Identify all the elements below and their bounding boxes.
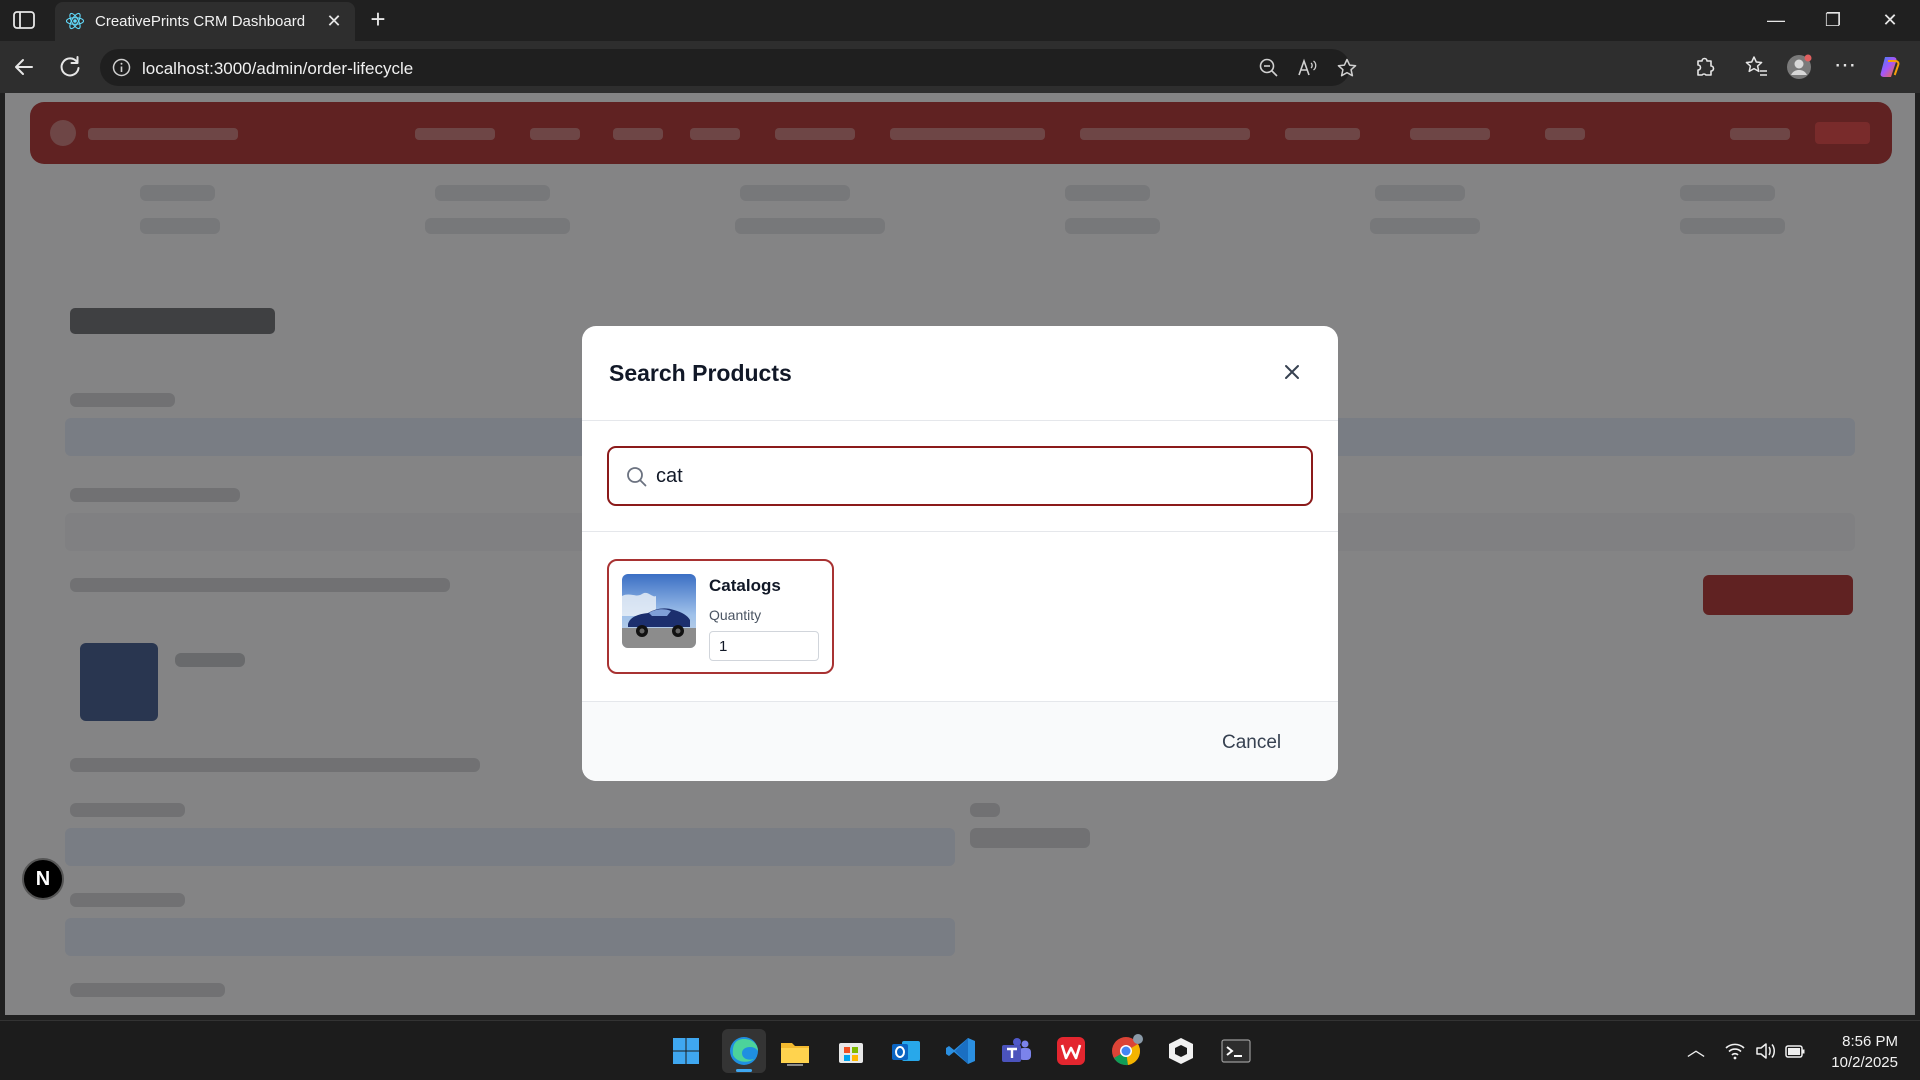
restore-icon[interactable]: ❐ [1819,8,1847,32]
sidebar-toggle-icon[interactable] [12,10,36,30]
quantity-input[interactable] [709,631,819,661]
modal-title: Search Products [609,360,792,386]
search-input[interactable] [656,462,1276,490]
new-tab-icon[interactable]: + [365,6,391,33]
favorites-icon[interactable] [1742,53,1770,81]
cancel-button[interactable]: Cancel [1222,732,1281,754]
browser-tab[interactable]: CreativePrints CRM Dashboard ✕ [55,2,355,41]
tab-title: CreativePrints CRM Dashboard [95,13,306,30]
favorite-star-icon[interactable] [1336,57,1358,79]
read-aloud-icon[interactable] [1296,57,1318,79]
terminal-icon[interactable] [1218,1033,1254,1069]
start-icon[interactable] [668,1033,704,1069]
chrome-icon[interactable] [1108,1033,1144,1069]
nextjs-dev-badge[interactable]: N [22,858,64,900]
profile-avatar-icon[interactable] [1785,53,1813,81]
wps-icon[interactable] [1053,1033,1089,1069]
zoom-out-icon[interactable] [1258,57,1280,79]
minimize-icon[interactable]: — [1762,8,1790,32]
extensions-icon[interactable] [1690,53,1718,81]
file-explorer-icon[interactable] [777,1033,813,1069]
address-bar[interactable]: localhost:3000/admin/order-lifecycle [100,49,1357,86]
tab-close-icon[interactable]: ✕ [323,10,345,32]
clock-time[interactable]: 8:56 PM [1830,1033,1898,1050]
modal-header: Search Products [582,326,1338,421]
product-thumbnail [622,574,696,648]
windows-taskbar: ︿ 8:56 PM 10/2/2025 [0,1020,1920,1080]
info-icon[interactable] [112,58,131,77]
edge-icon[interactable] [722,1029,766,1073]
modal-footer: Cancel [582,701,1338,781]
battery-icon[interactable] [1784,1041,1806,1061]
browser-toolbar: localhost:3000/admin/order-lifecycle ⋯ [0,41,1920,93]
url-text: localhost:3000/admin/order-lifecycle [142,59,414,78]
copilot-icon[interactable] [1876,53,1904,81]
product-card-catalogs[interactable]: Catalogs Quantity [607,559,834,674]
chevron-up-icon[interactable]: ︿ [1685,1041,1707,1061]
outlook-icon[interactable] [888,1033,924,1069]
back-icon[interactable] [10,53,38,81]
window-close-icon[interactable]: ✕ [1876,8,1904,32]
app-icon[interactable] [1163,1033,1199,1069]
search-results: Catalogs Quantity [582,531,1338,701]
reload-icon[interactable] [56,53,84,81]
volume-icon[interactable] [1754,1041,1776,1061]
browser-tab-bar: CreativePrints CRM Dashboard ✕ + — ❐ ✕ [0,0,1920,41]
react-icon [65,12,85,30]
search-icon [627,467,647,487]
search-products-modal: Search Products cat Catalogs Quantity 1 … [582,326,1338,781]
clock-date[interactable]: 10/2/2025 [1818,1054,1898,1071]
product-name: Catalogs [709,576,781,595]
store-icon[interactable] [833,1033,869,1069]
teams-icon[interactable] [998,1033,1034,1069]
close-icon[interactable] [1278,358,1306,386]
quantity-label: Quantity [709,607,762,623]
more-options-icon[interactable]: ⋯ [1831,53,1859,81]
vscode-icon[interactable] [943,1033,979,1069]
search-field[interactable] [607,446,1313,506]
wifi-icon[interactable] [1724,1041,1746,1061]
